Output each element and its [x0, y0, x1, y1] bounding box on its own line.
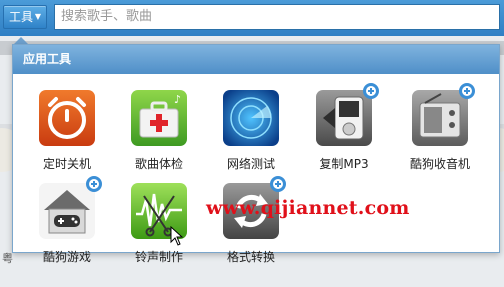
tool-song-checkup[interactable]: ♪ 歌曲体检 — [119, 89, 199, 172]
tool-label: 歌曲体检 — [134, 157, 183, 171]
tool-timer-shutdown[interactable]: 定时关机 — [27, 89, 107, 172]
dropdown-caret — [14, 37, 28, 44]
tool-label: 格式转换 — [226, 250, 275, 264]
mp3-copy-icon — [315, 83, 379, 147]
panel-title: 应用工具 — [13, 45, 499, 74]
search-input[interactable]: 搜索歌手、歌曲 — [54, 4, 500, 30]
mouse-cursor-icon — [170, 226, 184, 246]
tool-ringtone-maker[interactable]: 铃声制作 — [119, 182, 199, 265]
tool-label: 铃声制作 — [134, 250, 183, 264]
add-badge-icon[interactable] — [86, 176, 102, 192]
tool-label: 酷狗收音机 — [409, 157, 470, 171]
add-badge-icon[interactable] — [270, 176, 286, 192]
chevron-down-icon: ▼ — [34, 12, 41, 21]
radar-icon — [222, 89, 280, 147]
medical-kit-icon: ♪ — [130, 89, 188, 147]
tools-menu-button[interactable]: 工具 ▼ — [3, 5, 47, 29]
tool-label: 网络测试 — [226, 157, 275, 171]
tool-kugou-games[interactable]: 酷狗游戏 — [27, 176, 107, 265]
tool-label: 复制MP3 — [319, 157, 369, 171]
tool-format-convert[interactable]: 格式转换 — [211, 176, 291, 265]
tool-label: 酷狗游戏 — [42, 250, 91, 264]
add-badge-icon[interactable] — [363, 83, 379, 99]
radio-icon — [411, 83, 475, 147]
tool-copy-mp3[interactable]: 复制MP3 — [304, 83, 384, 172]
alarm-clock-icon — [38, 89, 96, 147]
app-tools-panel: 应用工具 定时关机 ♪ 歌曲体检 网络测试 复制MP3 酷狗收音机 酷狗游戏 铃… — [12, 44, 500, 264]
top-toolbar: 工具 ▼ 搜索歌手、歌曲 — [0, 0, 504, 36]
svg-text:♪: ♪ — [174, 93, 181, 106]
tool-kugou-radio[interactable]: 酷狗收音机 — [400, 83, 480, 172]
add-badge-icon[interactable] — [459, 83, 475, 99]
tools-menu-label: 工具 — [9, 10, 34, 24]
tool-label: 定时关机 — [42, 157, 91, 171]
site-watermark: www.qijiannet.com — [206, 197, 410, 219]
tool-network-test[interactable]: 网络测试 — [211, 89, 291, 172]
game-house-icon — [38, 176, 102, 240]
